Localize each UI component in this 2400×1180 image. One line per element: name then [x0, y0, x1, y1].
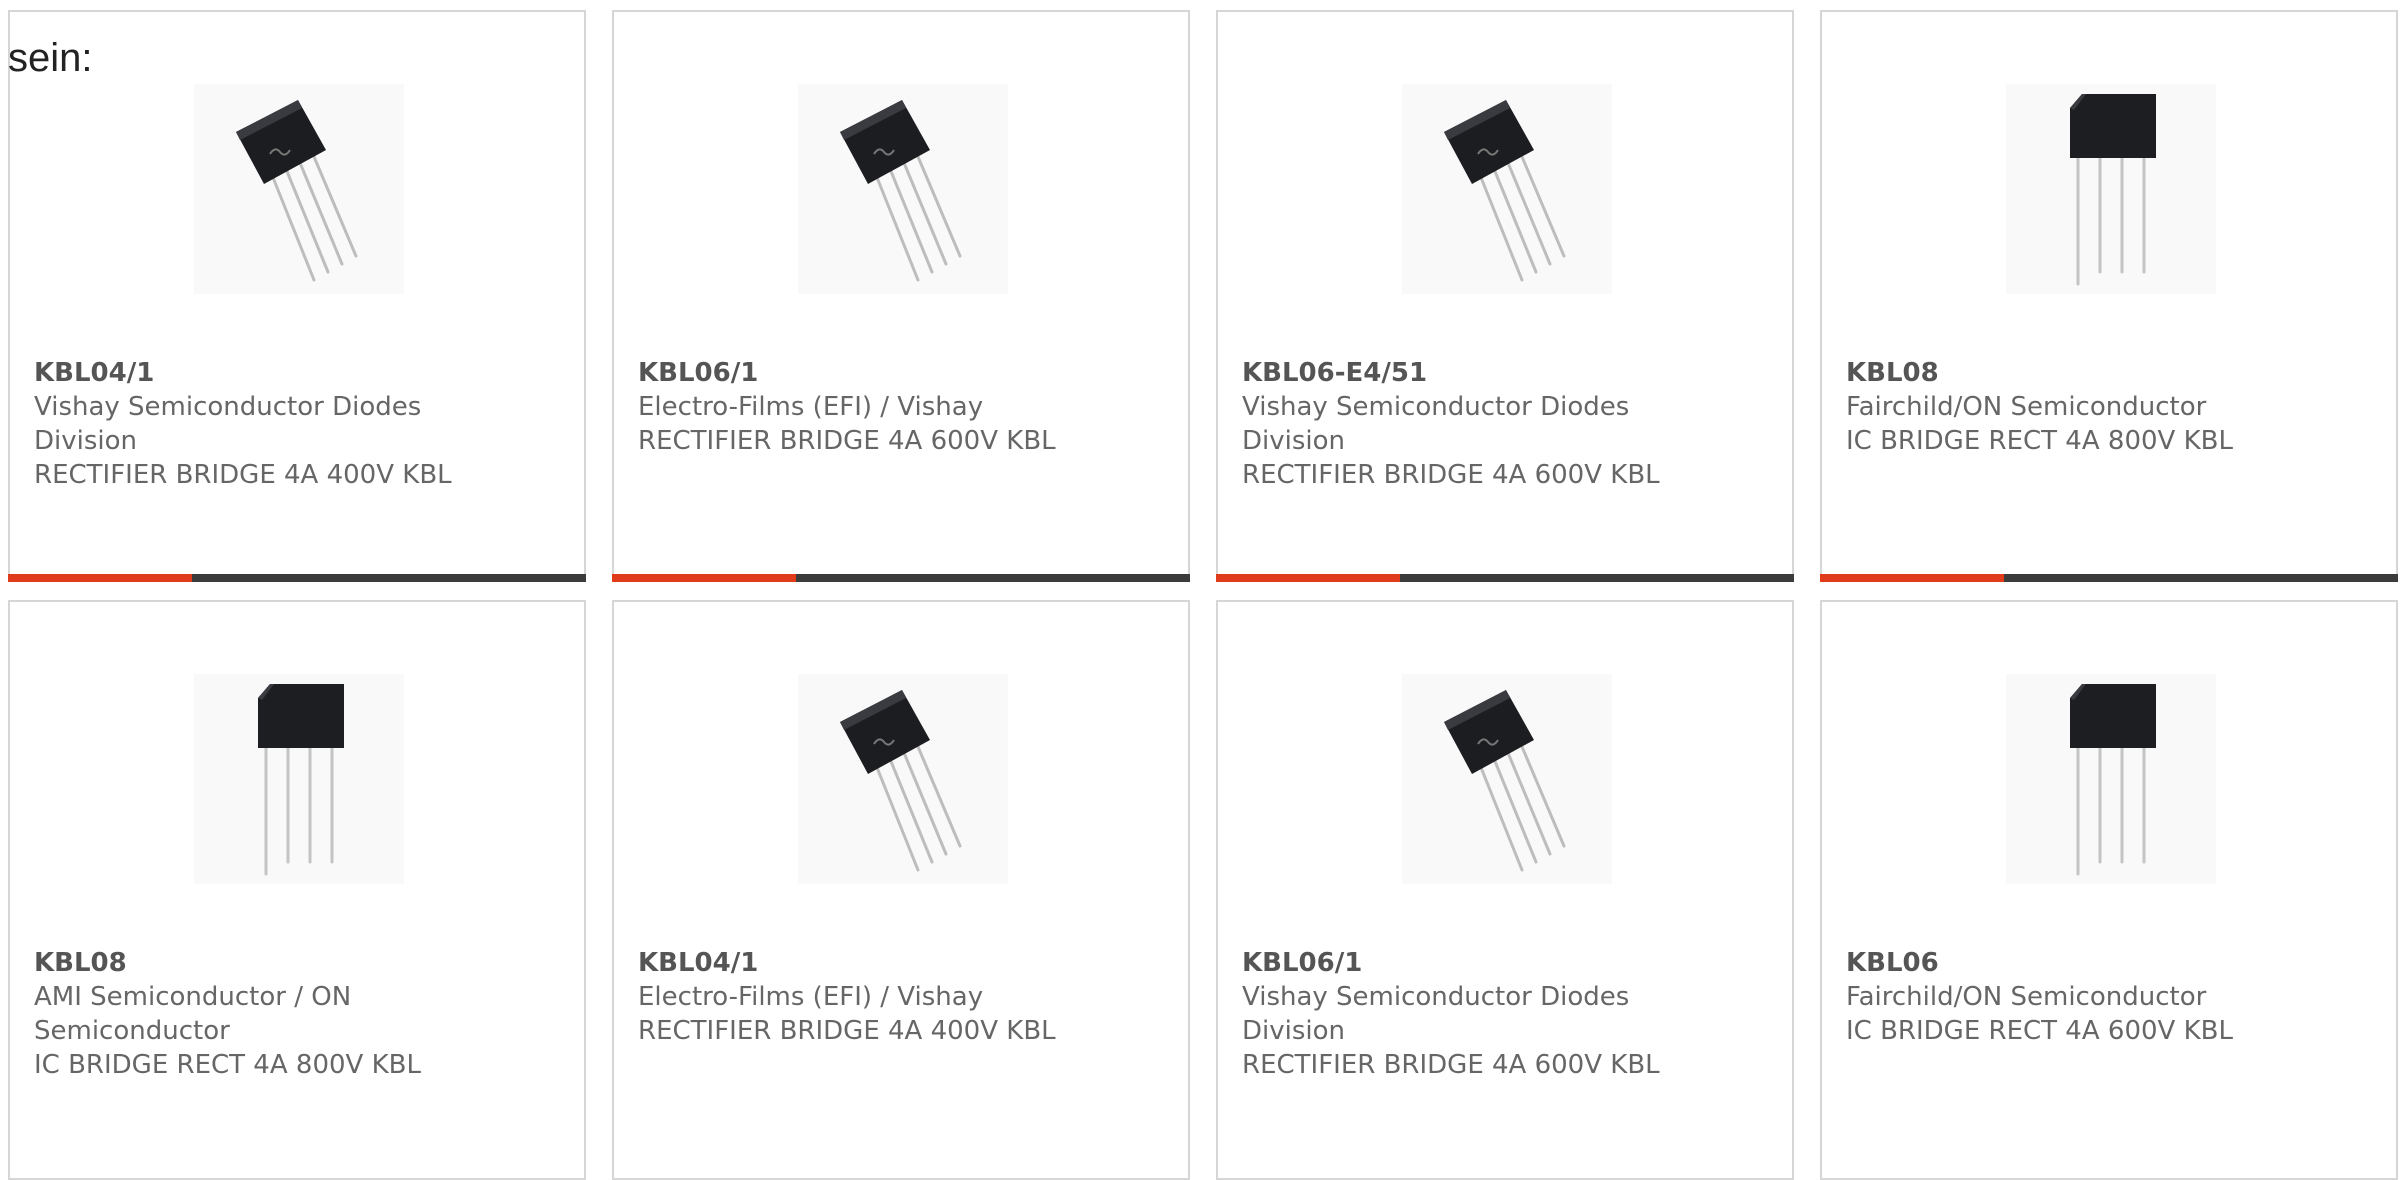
- manufacturer: Vishay Semiconductor Diodes Division: [34, 392, 422, 456]
- manufacturer: Vishay Semiconductor Diodes Division: [1242, 392, 1630, 456]
- part-number[interactable]: KBL06-E4/51: [1242, 356, 1682, 390]
- product-card[interactable]: KBL04/1 Electro-Films (EFI) / Vishay REC…: [612, 600, 1190, 1180]
- slanted-kbl-package-icon: [236, 100, 358, 282]
- card-accent: [612, 574, 796, 582]
- description: RECTIFIER BRIDGE 4A 400V KBL: [34, 460, 452, 490]
- product-image[interactable]: [798, 84, 1008, 294]
- product-image[interactable]: [194, 674, 404, 884]
- manufacturer: Electro-Films (EFI) / Vishay: [638, 982, 984, 1012]
- product-image[interactable]: [1402, 84, 1612, 294]
- description: IC BRIDGE RECT 4A 800V KBL: [34, 1050, 421, 1080]
- description: IC BRIDGE RECT 4A 600V KBL: [1846, 1016, 2233, 1046]
- part-number[interactable]: KBL08: [34, 946, 474, 980]
- slanted-kbl-package-icon: [840, 690, 962, 872]
- product-image[interactable]: [194, 84, 404, 294]
- product-card[interactable]: KBL06/1 Vishay Semiconductor Diodes Divi…: [1216, 600, 1794, 1180]
- description: RECTIFIER BRIDGE 4A 600V KBL: [638, 426, 1056, 456]
- upright-kbl-package-icon: [2070, 94, 2156, 286]
- card-footer-bar: [1216, 574, 1794, 582]
- upright-kbl-package-icon: [2070, 684, 2156, 876]
- description: RECTIFIER BRIDGE 4A 600V KBL: [1242, 1050, 1660, 1080]
- product-image[interactable]: [798, 674, 1008, 884]
- manufacturer: Fairchild/ON Semiconductor: [1846, 392, 2207, 422]
- description: RECTIFIER BRIDGE 4A 600V KBL: [1242, 460, 1660, 490]
- part-number[interactable]: KBL04/1: [638, 946, 1078, 980]
- slanted-kbl-package-icon: [840, 100, 962, 282]
- card-accent: [1216, 574, 1400, 582]
- part-number[interactable]: KBL06/1: [1242, 946, 1682, 980]
- manufacturer: Vishay Semiconductor Diodes Division: [1242, 982, 1630, 1046]
- manufacturer: Fairchild/ON Semiconductor: [1846, 982, 2207, 1012]
- product-card[interactable]: KBL04/1 Vishay Semiconductor Diodes Divi…: [8, 10, 586, 582]
- manufacturer: Electro-Films (EFI) / Vishay: [638, 392, 984, 422]
- product-card[interactable]: KBL06-E4/51 Vishay Semiconductor Diodes …: [1216, 10, 1794, 582]
- upright-kbl-package-icon: [258, 684, 344, 876]
- product-image[interactable]: [2006, 84, 2216, 294]
- product-card[interactable]: KBL06 Fairchild/ON Semiconductor IC BRID…: [1820, 600, 2398, 1180]
- slanted-kbl-package-icon: [1444, 100, 1566, 282]
- card-accent: [1820, 574, 2004, 582]
- product-card[interactable]: KBL08 Fairchild/ON Semiconductor IC BRID…: [1820, 10, 2398, 582]
- manufacturer: AMI Semiconductor / ON Semiconductor: [34, 982, 352, 1046]
- product-image[interactable]: [2006, 674, 2216, 884]
- intro-text: sein:: [8, 36, 93, 80]
- part-number[interactable]: KBL04/1: [34, 356, 474, 390]
- part-number[interactable]: KBL08: [1846, 356, 2286, 390]
- card-footer-bar: [8, 574, 586, 582]
- product-image[interactable]: [1402, 674, 1612, 884]
- description: IC BRIDGE RECT 4A 800V KBL: [1846, 426, 2233, 456]
- slanted-kbl-package-icon: [1444, 690, 1566, 872]
- card-accent: [8, 574, 192, 582]
- part-number[interactable]: KBL06/1: [638, 356, 1078, 390]
- product-card[interactable]: KBL06/1 Electro-Films (EFI) / Vishay REC…: [612, 10, 1190, 582]
- description: RECTIFIER BRIDGE 4A 400V KBL: [638, 1016, 1056, 1046]
- product-card[interactable]: KBL08 AMI Semiconductor / ON Semiconduct…: [8, 600, 586, 1180]
- card-footer-bar: [612, 574, 1190, 582]
- part-number[interactable]: KBL06: [1846, 946, 2286, 980]
- card-footer-bar: [1820, 574, 2398, 582]
